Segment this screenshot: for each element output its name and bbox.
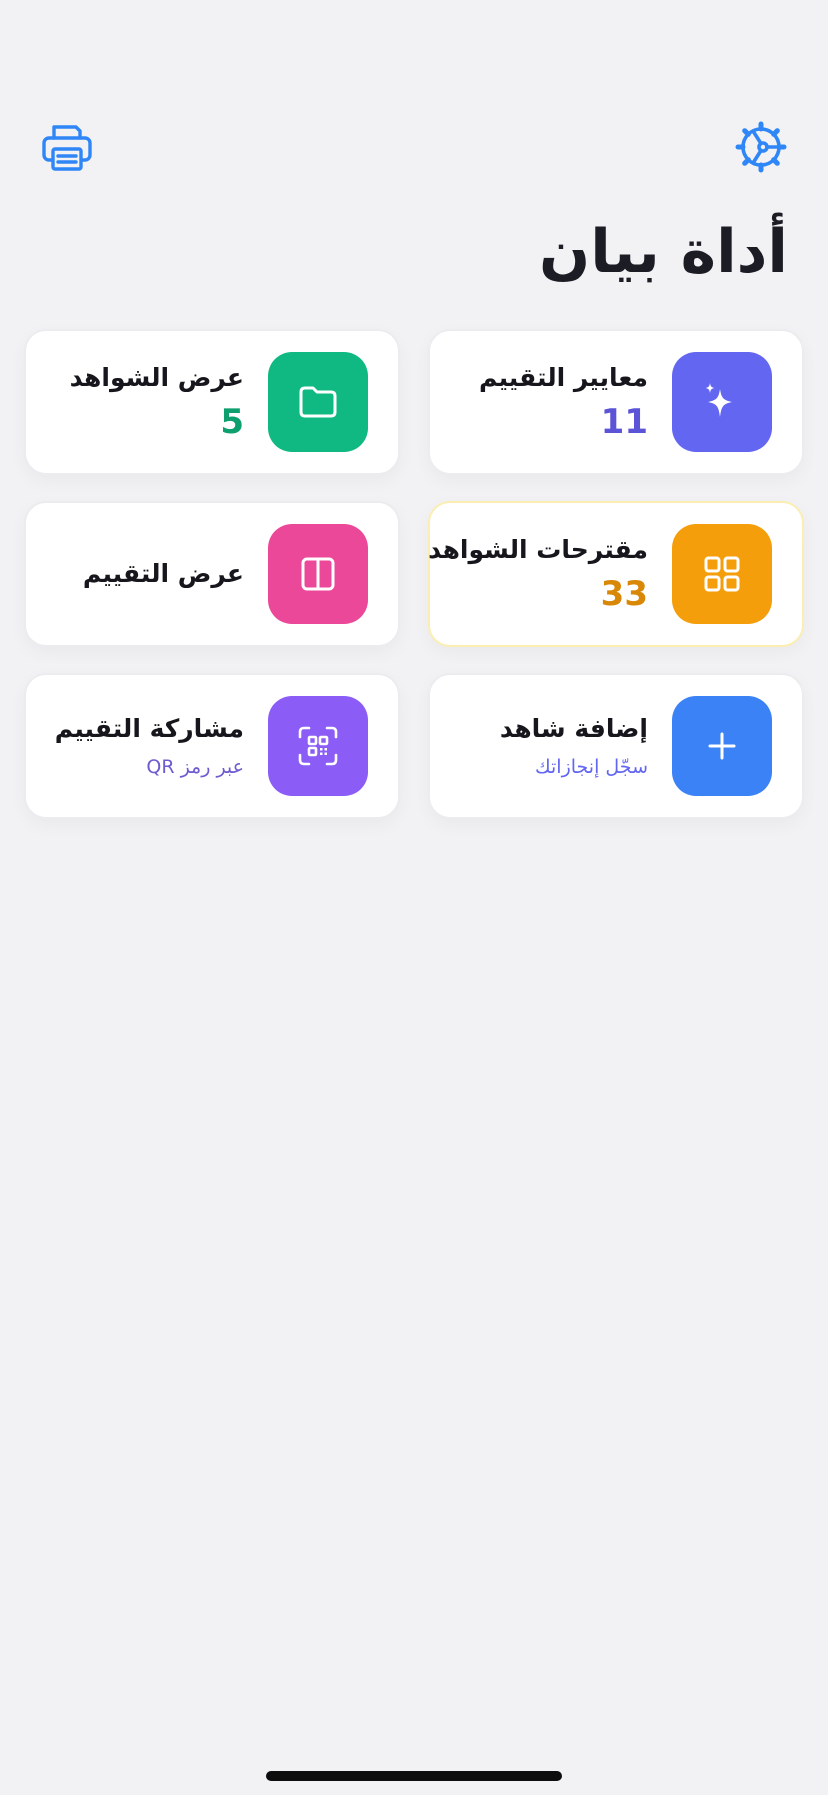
dashboard-grid: معايير التقييم 11 عرض الشواهد 5 مقترحات … (24, 329, 804, 819)
page-title: أداة بيان (539, 217, 788, 287)
settings-button[interactable] (732, 118, 790, 176)
view-evaluation-card[interactable]: عرض التقييم (24, 501, 400, 647)
plus-icon (708, 732, 736, 760)
view-evaluation-title: عرض التقييم (82, 559, 244, 588)
folder-icon (299, 386, 337, 418)
view-evidence-count: 5 (220, 402, 244, 442)
evidence-suggestions-count: 33 (600, 574, 648, 614)
gear-icon (735, 121, 787, 173)
view-evidence-card[interactable]: عرض الشواهد 5 (24, 329, 400, 475)
view-evidence-tile (268, 352, 368, 452)
evidence-suggestions-title: مقترحات الشواهد (428, 535, 648, 564)
add-evidence-tile (672, 696, 772, 796)
sparkles-icon (705, 383, 732, 417)
evaluation-criteria-count: 11 (600, 402, 648, 442)
columns-icon (301, 557, 335, 591)
add-evidence-card[interactable]: إضافة شاهد سجّل إنجازاتك (428, 673, 804, 819)
share-evaluation-subtitle: عبر رمز QR (146, 756, 244, 778)
share-evaluation-tile (268, 696, 368, 796)
grid-icon (704, 556, 740, 592)
add-evidence-subtitle: سجّل إنجازاتك (535, 756, 648, 778)
view-evaluation-tile (268, 524, 368, 624)
share-evaluation-card[interactable]: مشاركة التقييم عبر رمز QR (24, 673, 400, 819)
home-indicator[interactable] (266, 1771, 562, 1781)
print-button[interactable] (38, 118, 96, 176)
evaluation-criteria-tile (672, 352, 772, 452)
evaluation-criteria-title: معايير التقييم (479, 363, 648, 392)
add-evidence-title: إضافة شاهد (499, 714, 648, 743)
qr-code-icon (298, 726, 338, 766)
evaluation-criteria-card[interactable]: معايير التقييم 11 (428, 329, 804, 475)
printer-icon (42, 125, 92, 171)
evidence-suggestions-tile (672, 524, 772, 624)
view-evidence-title: عرض الشواهد (69, 363, 244, 392)
evidence-suggestions-card[interactable]: مقترحات الشواهد 33 (428, 501, 804, 647)
share-evaluation-title: مشاركة التقييم (54, 714, 244, 743)
